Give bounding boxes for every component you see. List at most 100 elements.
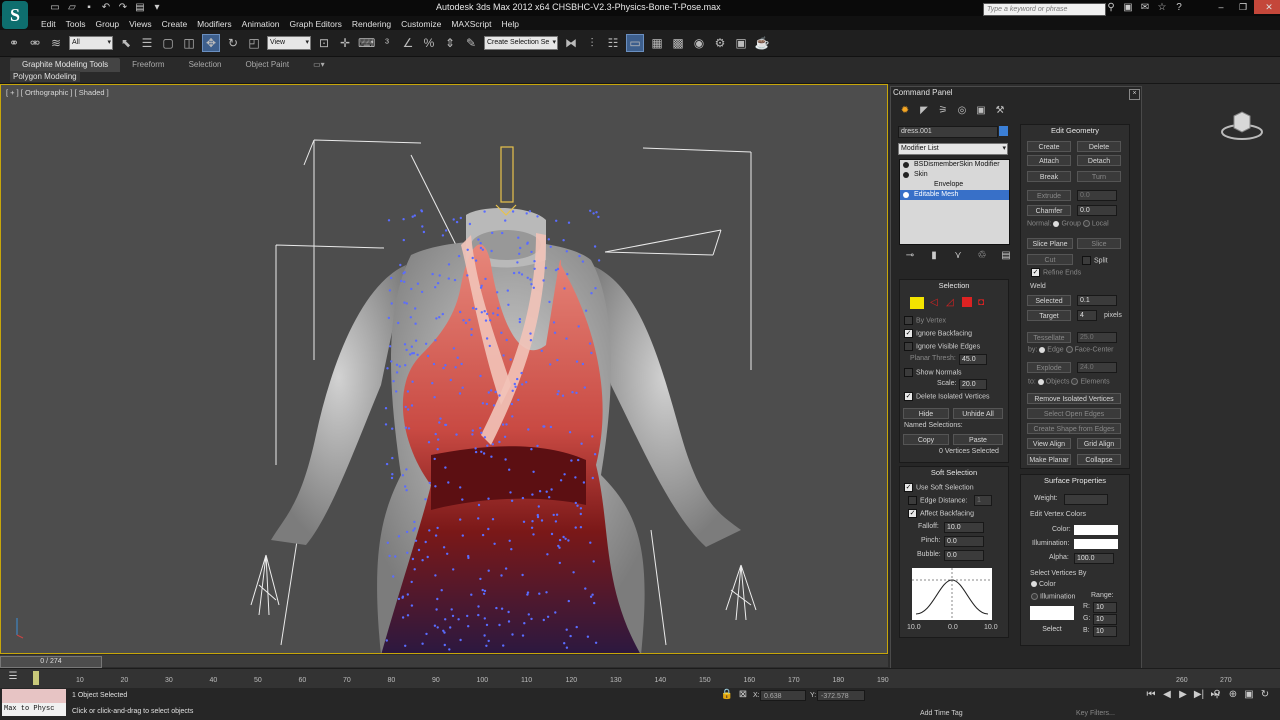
undo-icon[interactable]: ↶ [99,2,113,14]
bind-spacewarp-icon[interactable]: ≋ [48,35,64,51]
tab-graphite-modeling-tools[interactable]: Graphite Modeling Tools [10,58,121,72]
surface-properties-title[interactable]: Surface Properties [1020,476,1130,485]
configure-modifier-sets-icon[interactable]: ▤ [999,250,1013,262]
slice-plane-button[interactable]: Slice Plane [1027,238,1073,249]
r-spinner[interactable]: 10 [1093,602,1117,613]
menu-rendering[interactable]: Rendering [347,18,396,30]
menu-maxscript[interactable]: MAXScript [446,18,496,30]
make-unique-icon[interactable]: ⋎ [951,250,965,262]
slice-button[interactable]: Slice [1077,238,1121,249]
viewport-label[interactable]: [ + ] [ Orthographic ] [ Shaded ] [6,88,109,97]
weight-spinner[interactable] [1064,494,1108,505]
modify-tab-icon[interactable]: ◤ [916,104,932,118]
current-frame-marker[interactable] [33,671,39,685]
help-icon[interactable]: ? [1172,2,1186,14]
object-color-swatch[interactable] [999,126,1008,136]
color-radio[interactable]: Color [1031,581,1056,588]
render-production-icon[interactable]: ☕ [754,35,770,51]
menu-help[interactable]: Help [496,18,523,30]
alpha-spinner[interactable]: 100.0 [1074,553,1114,564]
hide-button[interactable]: Hide [903,408,949,419]
collapse-button[interactable]: Collapse [1077,454,1121,465]
play-icon[interactable]: ▶ [1176,689,1190,701]
communication-icon[interactable]: ✉ [1138,2,1152,14]
window-crossing-icon[interactable]: ◫ [181,35,197,51]
refine-ends-checkbox[interactable]: ✓ Refine Ends [1031,268,1081,277]
zoom-icon[interactable]: ⚲ [1210,689,1224,701]
absolute-mode-icon[interactable]: ⊠ [736,689,750,701]
tessellate-button[interactable]: Tessellate [1027,332,1071,343]
menu-graph-editors[interactable]: Graph Editors [284,18,346,30]
graphite-toggle-icon[interactable]: ▭ [626,34,644,52]
app-logo-icon[interactable]: S [2,1,28,29]
minimize-icon[interactable]: – [1210,0,1232,14]
by-vertex-checkbox[interactable]: By Vertex [904,316,946,325]
select-rotate-icon[interactable]: ↻ [225,35,241,51]
edge-distance-spinner[interactable]: 1 [974,495,992,506]
lock-selection-icon[interactable]: 🔒 [720,689,734,701]
select-object-icon[interactable]: ⬉ [118,35,134,51]
close-icon[interactable]: × [1129,89,1140,100]
detach-button[interactable]: Detach [1077,155,1121,166]
orbit-icon[interactable]: ↻ [1258,689,1272,701]
stack-item-envelope[interactable]: Envelope [900,180,1009,190]
select-color-swatch[interactable] [1030,606,1074,620]
render-setup-icon[interactable]: ⚙ [712,35,728,51]
tessellate-spinner[interactable]: 25.0 [1077,332,1117,343]
edit-named-selection-icon[interactable]: ✎ [463,35,479,51]
next-frame-icon[interactable]: ▶| [1192,689,1206,701]
element-level-icon[interactable]: ◘ [978,297,988,309]
ignore-visible-edges-checkbox[interactable]: Ignore Visible Edges [904,342,980,351]
create-tab-icon[interactable]: ✹ [897,104,913,118]
schematic-view-icon[interactable]: ▩ [670,35,686,51]
illumination-color-swatch[interactable] [1074,539,1118,549]
show-end-result-icon[interactable]: ▮ [927,250,941,262]
modifier-stack[interactable]: BSDismemberSkin Modifier Skin Envelope E… [899,159,1010,245]
layer-manager-icon[interactable]: ☷ [605,35,621,51]
ribbon-options-icon[interactable]: ▭▾ [301,58,337,72]
search-input[interactable]: Type a keyword or phrase [983,3,1106,16]
soft-selection-title[interactable]: Soft Selection [899,468,1009,477]
extrude-spinner[interactable]: 0.0 [1077,190,1117,201]
vertex-color-swatch[interactable] [1074,525,1118,535]
maximize-icon[interactable]: ❐ [1232,0,1254,14]
keyboard-shortcut-icon[interactable]: ⌨ [358,35,375,51]
b-spinner[interactable]: 10 [1093,626,1117,637]
pinch-spinner[interactable]: 0.0 [944,536,984,547]
new-file-icon[interactable]: ▭ [48,2,62,14]
rect-selection-icon[interactable]: ▢ [160,35,176,51]
snaps-toggle-icon[interactable]: ³ [379,35,395,51]
motion-tab-icon[interactable]: ◎ [954,104,970,118]
utilities-tab-icon[interactable]: ⚒ [992,104,1008,118]
vertex-level-icon[interactable] [910,297,924,309]
menu-animation[interactable]: Animation [237,18,285,30]
mirror-icon[interactable]: ⧓ [563,35,579,51]
link-icon[interactable]: ⚭ [6,35,22,51]
spinner-snap-icon[interactable]: ⇕ [442,35,458,51]
remove-modifier-icon[interactable]: ♲ [975,250,989,262]
weld-target-spinner[interactable]: 4 [1077,310,1097,321]
percent-snap-icon[interactable]: % [421,35,437,51]
y-coordinate-field[interactable]: -372.578 [817,690,865,701]
select-manipulate-icon[interactable]: ✛ [337,35,353,51]
material-editor-icon[interactable]: ◉ [691,35,707,51]
go-to-start-icon[interactable]: ⏮ [1144,689,1158,701]
ignore-backfacing-checkbox[interactable]: ✓ Ignore Backfacing [904,329,972,338]
scale-spinner[interactable]: 20.0 [959,379,987,390]
viewport[interactable] [0,84,888,654]
delete-button[interactable]: Delete [1077,141,1121,152]
save-icon[interactable]: ▪ [82,2,96,14]
select-move-icon[interactable]: ✥ [202,34,220,52]
chamfer-spinner[interactable]: 0.0 [1077,205,1117,216]
add-time-tag[interactable]: Add Time Tag [920,710,963,717]
turn-button[interactable]: Turn [1077,171,1121,182]
menu-group[interactable]: Group [91,18,125,30]
maxscript-listener-output[interactable] [2,689,66,703]
menu-tools[interactable]: Tools [61,18,91,30]
paste-button[interactable]: Paste [953,434,1003,445]
previous-frame-icon[interactable]: ◀ [1160,689,1174,701]
create-button[interactable]: Create [1027,141,1071,152]
stack-item-skin[interactable]: Skin [900,170,1009,180]
tab-freeform[interactable]: Freeform [120,58,176,72]
menu-create[interactable]: Create [157,18,193,30]
